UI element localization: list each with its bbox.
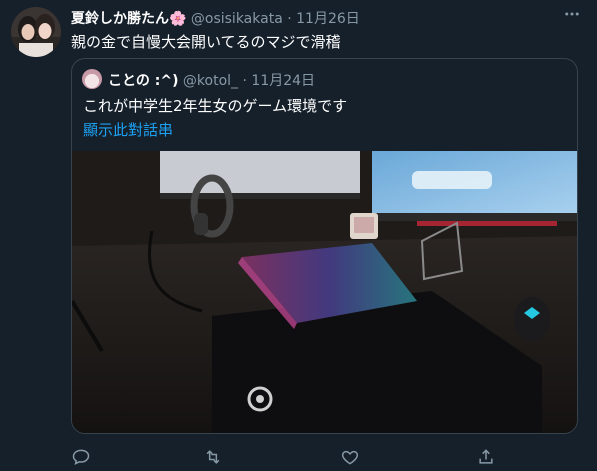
quoted-display-name: ことの :^) bbox=[108, 73, 179, 89]
quoted-handle: @kotol_ bbox=[182, 73, 239, 89]
quoted-tweet[interactable]: ことの :^) @kotol_ · 11月24日 これが中学生2年生女のゲーム環… bbox=[71, 58, 578, 434]
quoted-author-avatar[interactable] bbox=[82, 69, 102, 89]
quoted-tweet-text: これが中学生2年生女のゲーム環境です bbox=[83, 97, 348, 115]
gaming-desk-photo[interactable] bbox=[72, 151, 578, 434]
tweet-header: 夏鈴しか勝たん🌸 @osisikakata · 11月26日 bbox=[71, 8, 360, 28]
separator-dot: · bbox=[242, 73, 247, 89]
retweet-icon[interactable] bbox=[203, 447, 223, 467]
more-options-icon[interactable] bbox=[560, 5, 584, 25]
share-icon[interactable] bbox=[476, 447, 496, 467]
author-avatar[interactable] bbox=[11, 7, 61, 57]
author-handle[interactable]: @osisikakata bbox=[191, 11, 283, 27]
flower-emoji: 🌸 bbox=[169, 11, 187, 27]
tweet-actions bbox=[0, 447, 597, 467]
avatar-photo bbox=[11, 7, 61, 57]
reply-icon[interactable] bbox=[71, 447, 91, 467]
separator-dot: · bbox=[287, 11, 292, 27]
tweet: 夏鈴しか勝たん🌸 @osisikakata · 11月26日 親の金で自慢大会開… bbox=[0, 0, 597, 469]
show-thread-link[interactable]: 顯示此對話串 bbox=[83, 119, 173, 140]
tweet-text: 親の金で自慢大会開いてるのマジで滑稽 bbox=[71, 33, 341, 51]
quoted-tweet-header: ことの :^) @kotol_ · 11月24日 bbox=[108, 70, 315, 90]
like-icon[interactable] bbox=[340, 447, 360, 467]
quoted-date: 11月24日 bbox=[251, 73, 316, 89]
tweet-date[interactable]: 11月26日 bbox=[296, 11, 360, 27]
author-display-name[interactable]: 夏鈴しか勝たん bbox=[71, 11, 169, 27]
